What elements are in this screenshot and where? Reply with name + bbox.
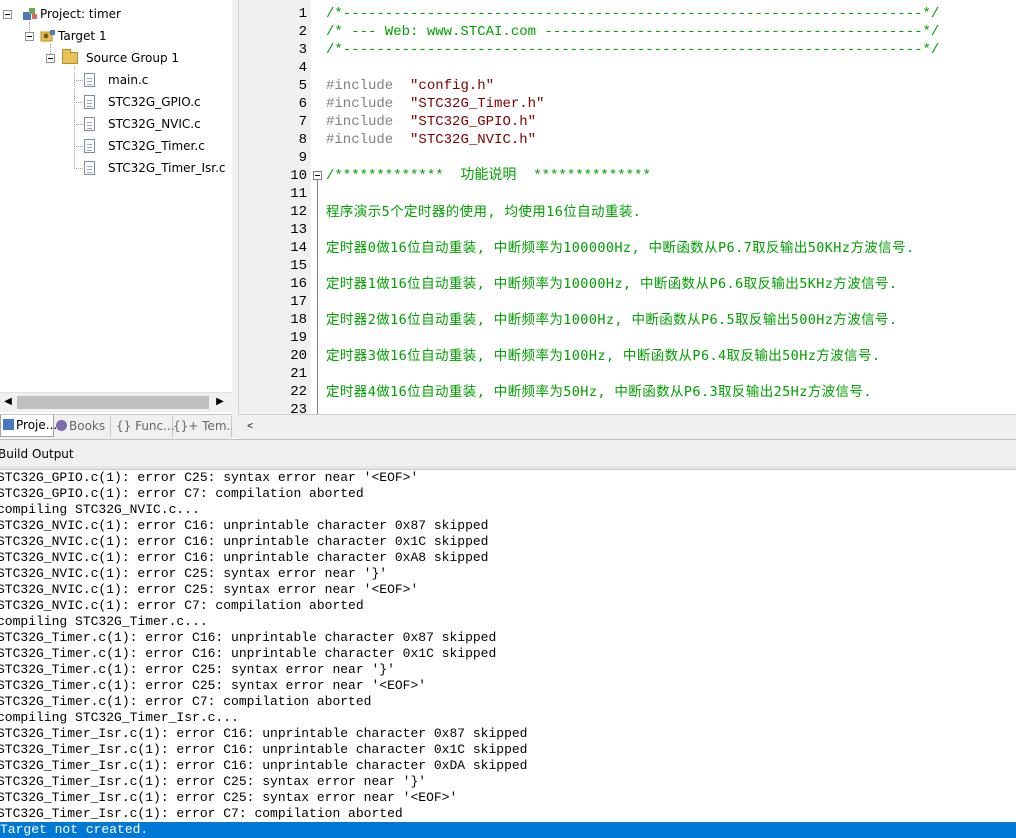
output-line: STC32G_GPIO.c(1): error C25: syntax erro… <box>0 470 419 485</box>
line-number: 11 <box>290 186 307 202</box>
output-line: STC32G_GPIO.c(1): error C7: compilation … <box>0 486 364 501</box>
output-line: STC32G_Timer.c(1): error C25: syntax err… <box>0 662 395 677</box>
panel-tabs: Proje... Books {} Func... {}+ Tem... <box>0 414 238 439</box>
collapse-target-toggle[interactable] <box>25 32 34 41</box>
output-line: compiling STC32G_Timer.c... <box>0 614 208 629</box>
output-line: STC32G_NVIC.c(1): error C25: syntax erro… <box>0 582 419 597</box>
line-number: 12 <box>290 204 307 220</box>
output-line: STC32G_NVIC.c(1): error C25: syntax erro… <box>0 566 388 581</box>
line-number: 13 <box>290 222 307 238</box>
project-label: Project: timer <box>40 7 121 21</box>
line-number: 21 <box>290 366 307 382</box>
folder-icon <box>62 49 78 64</box>
output-line: STC32G_Timer_Isr.c(1): error C16: unprin… <box>0 758 528 773</box>
line-number: 16 <box>290 276 307 292</box>
output-line: STC32G_Timer.c(1): error C25: syntax err… <box>0 678 427 693</box>
output-line: STC32G_Timer_Isr.c(1): error C16: unprin… <box>0 726 528 741</box>
target-label: Target 1 <box>58 29 107 43</box>
books-icon <box>56 420 67 431</box>
output-line: STC32G_NVIC.c(1): error C7: compilation … <box>0 598 364 613</box>
c-file-icon <box>84 95 95 109</box>
project-panel: Project: timer Target 1 Source Group 1 m… <box>0 0 232 414</box>
tab-functions[interactable]: {} Func... <box>112 416 175 437</box>
line-number: 7 <box>298 114 307 130</box>
line-number: 9 <box>298 150 307 166</box>
output-line: STC32G_NVIC.c(1): error C16: unprintable… <box>0 518 489 533</box>
line-number: 20 <box>290 348 307 364</box>
target-icon <box>40 29 55 43</box>
scroll-right-icon[interactable]: ▶ <box>212 394 228 410</box>
scroll-left-icon[interactable]: ◀ <box>0 394 16 410</box>
code-line: 程序演示5个定时器的使用, 均使用16位自动重装. <box>326 204 642 220</box>
project-hscrollbar[interactable]: ◀ ▶ <box>0 392 232 412</box>
code-line: #include "STC32G_Timer.h" <box>326 96 545 112</box>
line-number: 18 <box>290 312 307 328</box>
output-line: STC32G_Timer_Isr.c(1): error C25: syntax… <box>0 774 427 789</box>
output-line: STC32G_Timer.c(1): error C7: compilation… <box>0 694 372 709</box>
editor-hscrollbar[interactable]: < <box>238 414 1016 439</box>
line-number: 4 <box>298 60 307 76</box>
build-output-title: Build Output <box>0 447 74 461</box>
line-number: 1 <box>298 6 307 22</box>
tab-templates[interactable]: {}+ Tem... <box>170 416 238 437</box>
scroll-left-icon[interactable]: < <box>242 419 258 435</box>
build-output-header: Build Output <box>0 439 1016 466</box>
output-line: STC32G_Timer_Isr.c(1): error C7: compila… <box>0 806 403 821</box>
code-line: /************* 功能说明 ************** <box>326 168 651 184</box>
code-line: 定时器3做16位自动重装, 中断频率为100Hz, 中断函数从P6.4取反输出5… <box>326 348 881 364</box>
fold-guide <box>317 180 318 414</box>
c-file-icon <box>84 139 95 153</box>
code-line: /*--------------------------------------… <box>326 6 940 22</box>
line-number: 6 <box>298 96 307 112</box>
line-number: 22 <box>290 384 307 400</box>
file-label: STC32G_NVIC.c <box>108 117 201 131</box>
output-line-selected[interactable]: Target not created. <box>0 822 1016 838</box>
file-label: STC32G_Timer.c <box>108 139 205 153</box>
code-line: /*--------------------------------------… <box>326 42 940 58</box>
file-label: main.c <box>108 73 149 87</box>
code-line: 定时器2做16位自动重装, 中断频率为1000Hz, 中断函数从P6.5取反输出… <box>326 312 898 328</box>
c-file-icon <box>84 161 95 175</box>
code-line: /* --- Web: www.STCAI.com --------------… <box>326 24 940 40</box>
code-line: #include "STC32G_NVIC.h" <box>326 132 537 148</box>
code-line: #include "STC32G_GPIO.h" <box>326 114 537 130</box>
line-number: 19 <box>290 330 307 346</box>
group-label: Source Group 1 <box>86 51 180 65</box>
project-icon <box>22 7 38 21</box>
output-line: STC32G_NVIC.c(1): error C16: unprintable… <box>0 550 489 565</box>
output-line: STC32G_Timer_Isr.c(1): error C25: syntax… <box>0 790 458 805</box>
output-line: compiling STC32G_NVIC.c... <box>0 502 200 517</box>
output-line: STC32G_NVIC.c(1): error C16: unprintable… <box>0 534 489 549</box>
line-number: 2 <box>298 24 307 40</box>
line-number: 14 <box>290 240 307 256</box>
collapse-group-toggle[interactable] <box>46 54 55 63</box>
project-tab-icon <box>3 419 14 430</box>
output-line: STC32G_Timer_Isr.c(1): error C16: unprin… <box>0 742 528 757</box>
output-line: compiling STC32G_Timer_Isr.c... <box>0 710 239 725</box>
tab-project[interactable]: Proje... <box>0 415 57 437</box>
file-label: STC32G_Timer_Isr.c <box>108 161 226 175</box>
code-line: 定时器1做16位自动重装, 中断频率为10000Hz, 中断函数从P6.6取反输… <box>326 276 898 292</box>
line-number: 3 <box>298 42 307 58</box>
c-file-icon <box>84 73 95 87</box>
code-line: 定时器4做16位自动重装, 中断频率为50Hz, 中断函数从P6.3取反输出25… <box>326 384 872 400</box>
collapse-project-toggle[interactable] <box>3 10 12 19</box>
tab-books[interactable]: Books <box>54 416 111 437</box>
line-number: 15 <box>290 258 307 274</box>
code-line: #include "config.h" <box>326 78 495 94</box>
build-output-pane[interactable]: STC32G_GPIO.c(1): error C25: syntax erro… <box>0 470 1016 838</box>
line-number: 5 <box>298 78 307 94</box>
code-editor[interactable]: 1 2 3 4 5 6 7 8 9 10 11 12 13 14 15 16 1… <box>238 0 1016 418</box>
line-number: 10 <box>290 168 307 184</box>
code-line: 定时器0做16位自动重装, 中断频率为100000Hz, 中断函数从P6.7取反… <box>326 240 915 256</box>
output-line: STC32G_Timer.c(1): error C16: unprintabl… <box>0 630 497 645</box>
line-number: 8 <box>298 132 307 148</box>
file-label: STC32G_GPIO.c <box>108 95 201 109</box>
line-number: 17 <box>290 294 307 310</box>
scroll-thumb[interactable] <box>17 396 209 409</box>
output-line: STC32G_Timer.c(1): error C16: unprintabl… <box>0 646 497 661</box>
fold-toggle-icon[interactable] <box>313 171 322 180</box>
c-file-icon <box>84 117 95 131</box>
